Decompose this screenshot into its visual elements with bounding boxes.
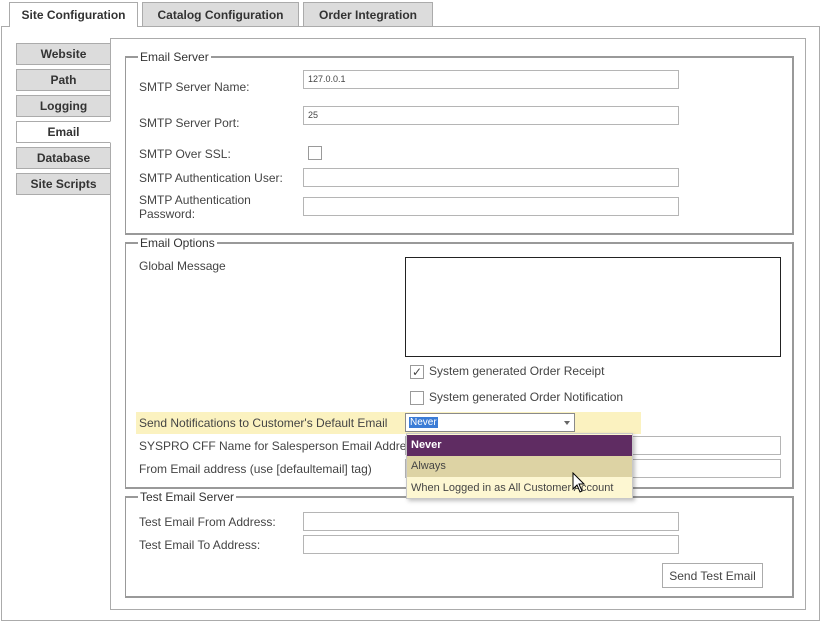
side-tab-label: Website <box>40 47 87 61</box>
global-message-textarea[interactable] <box>405 257 781 357</box>
tab-label: Order Integration <box>318 7 417 22</box>
order-notification-label: System generated Order Notification <box>429 390 624 404</box>
side-tab-website[interactable]: Website <box>16 43 111 65</box>
smtp-auth-password-label: SMTP Authentication Password: <box>139 193 251 221</box>
email-server-legend: Email Server <box>138 50 211 64</box>
global-message-label: Global Message <box>139 259 226 273</box>
tab-label: Site Configuration <box>21 8 126 22</box>
send-notifications-select[interactable]: Never <box>405 413 575 432</box>
send-test-email-button[interactable]: Send Test Email <box>662 563 763 588</box>
smtp-auth-user-label: SMTP Authentication User: <box>139 171 283 185</box>
side-tab-label: Site Scripts <box>30 177 97 191</box>
test-from-address-label: Test Email From Address: <box>139 515 276 529</box>
email-options-legend: Email Options <box>138 236 217 250</box>
tab-label: Catalog Configuration <box>157 7 284 22</box>
tab-site-configuration[interactable]: Site Configuration <box>9 2 138 27</box>
test-from-address-input[interactable] <box>303 512 679 531</box>
side-tab-label: Logging <box>39 99 88 113</box>
send-notifications-label: Send Notifications to Customer's Default… <box>139 416 388 430</box>
dropdown-option-always[interactable]: Always <box>407 456 632 477</box>
side-tab-logging[interactable]: Logging <box>16 95 111 117</box>
order-notification-checkbox[interactable] <box>410 391 424 405</box>
smtp-auth-password-input[interactable] <box>303 197 679 216</box>
from-email-label: From Email address (use [defaultemail] t… <box>139 462 372 476</box>
smtp-over-ssl-label: SMTP Over SSL: <box>139 147 231 161</box>
side-tab-email[interactable]: Email <box>16 121 111 143</box>
smtp-server-port-label: SMTP Server Port: <box>139 116 240 130</box>
mouse-cursor-icon <box>572 472 586 493</box>
label-line: Password: <box>139 207 196 221</box>
syspro-cff-label: SYSPRO CFF Name for Salesperson Email Ad… <box>139 439 419 453</box>
order-receipt-label: System generated Order Receipt <box>429 364 605 378</box>
smtp-server-port-input[interactable]: 25 <box>303 106 679 125</box>
dropdown-option-never[interactable]: Never <box>407 435 632 456</box>
side-tab-label: Email <box>47 125 80 139</box>
test-to-address-input[interactable] <box>303 535 679 554</box>
side-tab-label: Database <box>36 151 91 165</box>
side-tab-label: Path <box>50 73 77 87</box>
test-to-address-label: Test Email To Address: <box>139 538 261 552</box>
chevron-down-icon[interactable] <box>564 421 570 425</box>
side-tab-database[interactable]: Database <box>16 147 111 169</box>
order-receipt-checkbox[interactable]: ✓ <box>410 365 424 379</box>
send-notifications-dropdown-list: Never Always When Logged in as All Custo… <box>406 433 633 499</box>
smtp-server-name-input[interactable]: 127.0.0.1 <box>303 70 679 89</box>
smtp-auth-user-input[interactable] <box>303 168 679 187</box>
tab-catalog-configuration[interactable]: Catalog Configuration <box>142 2 299 26</box>
smtp-server-name-label: SMTP Server Name: <box>139 80 250 94</box>
smtp-over-ssl-checkbox[interactable] <box>308 146 322 160</box>
dropdown-option-when-logged-in[interactable]: When Logged in as All Customer Account <box>407 478 632 499</box>
side-tab-path[interactable]: Path <box>16 69 111 91</box>
select-value: Never <box>409 417 438 428</box>
test-email-server-legend: Test Email Server <box>138 490 237 504</box>
side-tab-site-scripts[interactable]: Site Scripts <box>16 173 111 195</box>
tab-order-integration[interactable]: Order Integration <box>303 2 433 26</box>
label-line: SMTP Authentication <box>139 193 251 207</box>
